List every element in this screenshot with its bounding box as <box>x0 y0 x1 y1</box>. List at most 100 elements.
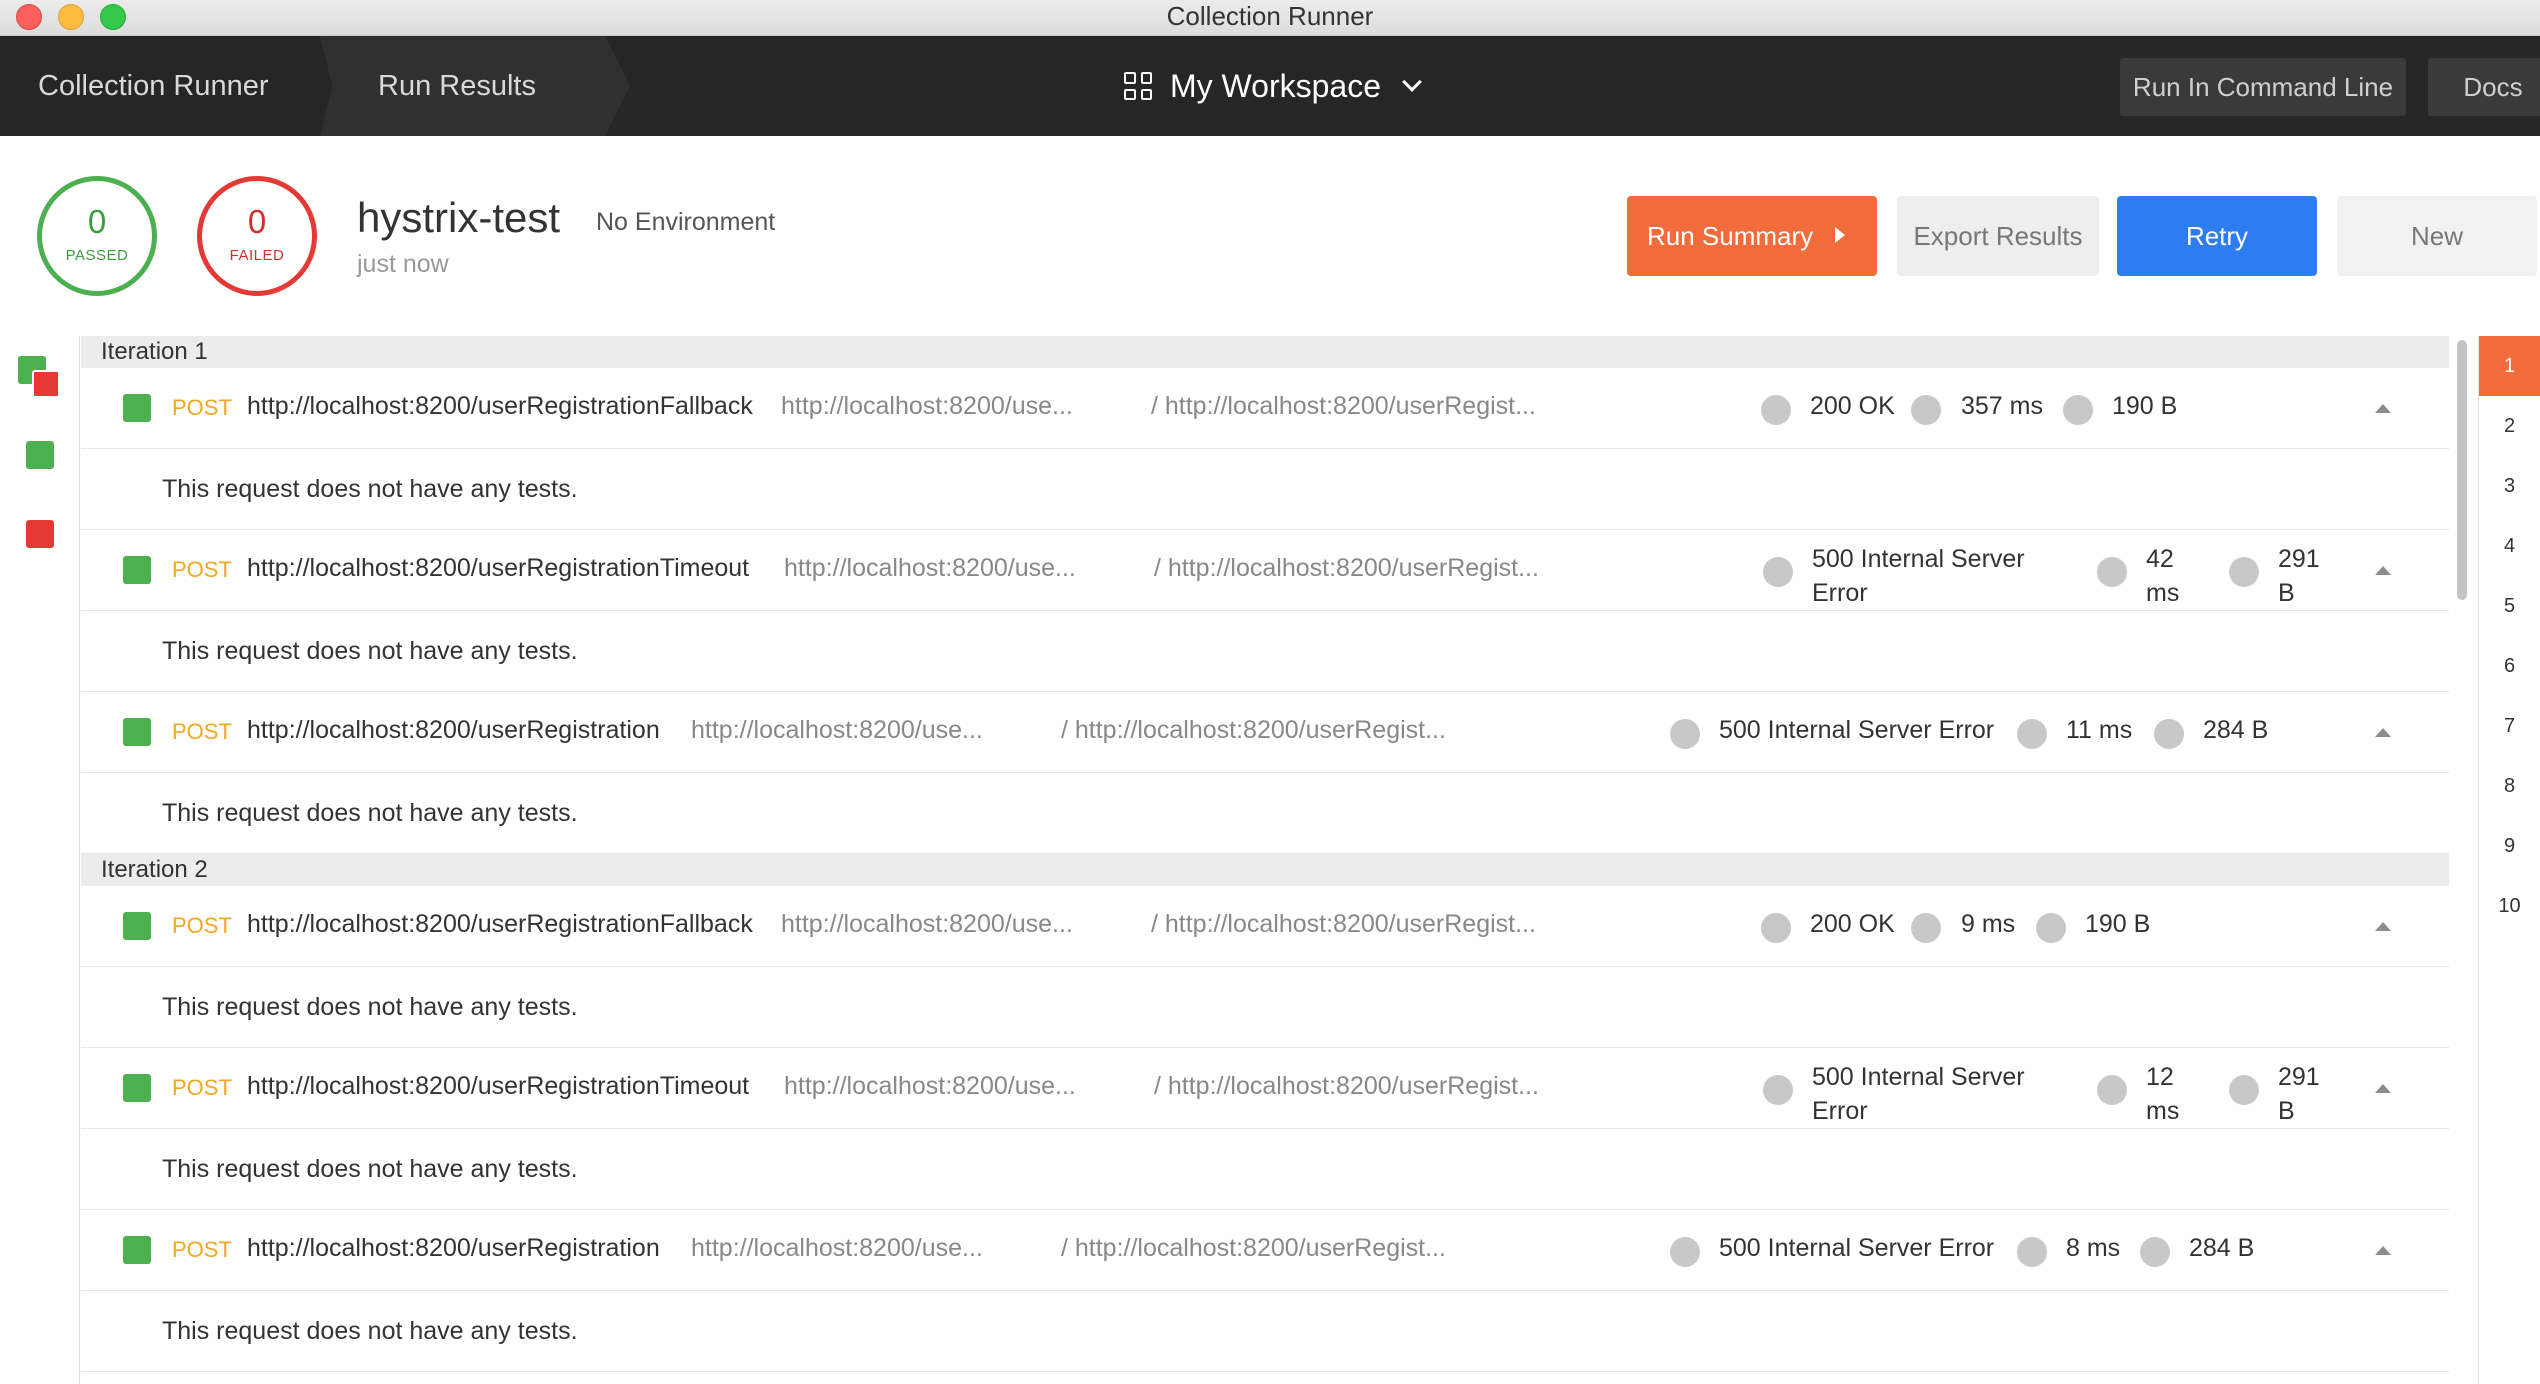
run-in-command-line-button[interactable]: Run In Command Line <box>2120 58 2406 116</box>
failed-counter: 0 FAILED <box>197 176 317 296</box>
response-status: 500 Internal Server Error <box>1719 716 1995 744</box>
iteration-navigator: 1 2 3 4 5 6 7 8 9 10 <box>2478 336 2540 1384</box>
response-size: 284 B <box>2203 716 2269 744</box>
iteration-number[interactable]: 1 <box>2479 336 2540 396</box>
response-time: 42 ms <box>2146 545 2180 607</box>
status-icon <box>1670 1237 1700 1267</box>
size-icon <box>2036 913 2066 943</box>
response-time: 12 ms <box>2146 1063 2180 1125</box>
pass-status-icon <box>123 718 151 746</box>
filter-all-button[interactable] <box>18 356 64 402</box>
export-results-button[interactable]: Export Results <box>1897 196 2099 276</box>
collapse-arrow-icon[interactable] <box>2375 922 2391 931</box>
request-path: / http://localhost:8200/userRegist... <box>1061 716 1446 744</box>
request-row[interactable]: POST http://localhost:8200/userRegistrat… <box>81 692 2449 773</box>
pass-status-icon <box>123 1236 151 1264</box>
chevron-down-icon <box>1402 72 1422 92</box>
result-filter-rail <box>0 336 80 1384</box>
response-size: 284 B <box>2189 1234 2255 1262</box>
iteration-header: Iteration 1 <box>81 336 2449 368</box>
request-method: POST <box>172 913 232 938</box>
collapse-arrow-icon[interactable] <box>2375 1246 2391 1255</box>
request-row[interactable]: POST http://localhost:8200/userRegistrat… <box>81 1048 2449 1129</box>
iteration-number[interactable]: 8 <box>2479 756 2540 816</box>
retry-button[interactable]: Retry <box>2117 196 2317 276</box>
filter-passed-button[interactable] <box>26 441 54 469</box>
request-row[interactable]: POST http://localhost:8200/userRegistrat… <box>81 886 2449 967</box>
collapse-arrow-icon[interactable] <box>2375 1084 2391 1093</box>
request-evaluated-url: http://localhost:8200/use... <box>784 1072 1076 1100</box>
iteration-number[interactable]: 3 <box>2479 456 2540 516</box>
request-evaluated-url: http://localhost:8200/use... <box>691 1234 983 1262</box>
request-url[interactable]: http://localhost:8200/userRegistration <box>247 1234 660 1263</box>
run-time: just now <box>357 250 449 278</box>
time-icon <box>2017 719 2047 749</box>
request-url[interactable]: http://localhost:8200/userRegistrationFa… <box>247 910 753 939</box>
breadcrumb-collection-runner[interactable]: Collection Runner <box>0 36 320 136</box>
iteration-number[interactable]: 5 <box>2479 576 2540 636</box>
size-icon <box>2229 1075 2259 1105</box>
size-icon <box>2154 719 2184 749</box>
results-scrollbar[interactable] <box>2455 340 2469 1384</box>
docs-button[interactable]: Docs <box>2428 58 2540 116</box>
request-url[interactable]: http://localhost:8200/userRegistrationTi… <box>247 554 749 583</box>
environment-name: No Environment <box>596 208 776 236</box>
iteration-number[interactable]: 2 <box>2479 396 2540 456</box>
passed-label: PASSED <box>65 247 129 264</box>
request-row[interactable]: POST http://localhost:8200/userRegistrat… <box>81 530 2449 611</box>
request-url[interactable]: http://localhost:8200/userRegistrationFa… <box>247 392 753 421</box>
request-method: POST <box>172 557 232 582</box>
response-size: 291 B <box>2278 1063 2320 1125</box>
collection-name: hystrix-test <box>357 194 561 241</box>
request-evaluated-url: http://localhost:8200/use... <box>784 554 1076 582</box>
request-path: / http://localhost:8200/userRegist... <box>1154 554 1539 582</box>
request-method: POST <box>172 1237 232 1262</box>
time-icon <box>1911 913 1941 943</box>
results-list: Iteration 1 POST http://localhost:8200/u… <box>81 336 2449 1384</box>
no-tests-message: This request does not have any tests. <box>81 449 2449 530</box>
request-path: / http://localhost:8200/userRegist... <box>1151 910 1536 938</box>
response-status: 500 Internal Server Error <box>1719 1234 1995 1262</box>
request-path: / http://localhost:8200/userRegist... <box>1151 392 1536 420</box>
workspace-switcher[interactable]: My Workspace <box>1124 66 1422 106</box>
request-row[interactable]: POST http://localhost:8200/userRegistrat… <box>81 368 2449 449</box>
scrollbar-thumb[interactable] <box>2457 340 2467 600</box>
iteration-number[interactable]: 10 <box>2479 876 2540 936</box>
request-url[interactable]: http://localhost:8200/userRegistration <box>247 716 660 745</box>
no-tests-message: This request does not have any tests. <box>81 773 2449 854</box>
collapse-arrow-icon[interactable] <box>2375 728 2391 737</box>
iteration-number[interactable]: 9 <box>2479 816 2540 876</box>
iteration-number[interactable]: 7 <box>2479 696 2540 756</box>
response-size: 190 B <box>2112 392 2178 420</box>
failed-square-icon <box>32 370 60 398</box>
collapse-arrow-icon[interactable] <box>2375 566 2391 575</box>
response-time: 11 ms <box>2066 716 2133 744</box>
time-icon <box>2017 1237 2047 1267</box>
grid-icon <box>1124 72 1152 100</box>
response-time: 357 ms <box>1961 392 2043 420</box>
iteration-number[interactable]: 4 <box>2479 516 2540 576</box>
request-row[interactable]: POST http://localhost:8200/userRegistrat… <box>81 1210 2449 1291</box>
run-summary-button[interactable]: Run Summary <box>1627 196 1877 276</box>
iteration-number[interactable]: 6 <box>2479 636 2540 696</box>
iteration-header: Iteration 2 <box>81 854 2449 886</box>
caret-right-icon <box>1835 227 1845 243</box>
passed-count: 0 <box>87 203 107 240</box>
request-path: / http://localhost:8200/userRegist... <box>1154 1072 1539 1100</box>
failed-count: 0 <box>247 203 267 240</box>
run-summary-label: Run Summary <box>1647 221 1814 251</box>
filter-failed-button[interactable] <box>26 520 54 548</box>
new-button[interactable]: New <box>2337 196 2537 276</box>
request-evaluated-url: http://localhost:8200/use... <box>691 716 983 744</box>
collapse-arrow-icon[interactable] <box>2375 404 2391 413</box>
request-url[interactable]: http://localhost:8200/userRegistrationTi… <box>247 1072 749 1101</box>
no-tests-message: This request does not have any tests. <box>81 1129 2449 1210</box>
no-tests-message: This request does not have any tests. <box>81 967 2449 1048</box>
breadcrumb-run-results[interactable]: Run Results <box>320 36 630 136</box>
request-evaluated-url: http://localhost:8200/use... <box>781 910 1073 938</box>
status-icon <box>1761 913 1791 943</box>
pass-status-icon <box>123 912 151 940</box>
time-icon <box>2097 1075 2127 1105</box>
response-status: 500 Internal Server Error <box>1812 545 2025 607</box>
request-method: POST <box>172 719 232 744</box>
